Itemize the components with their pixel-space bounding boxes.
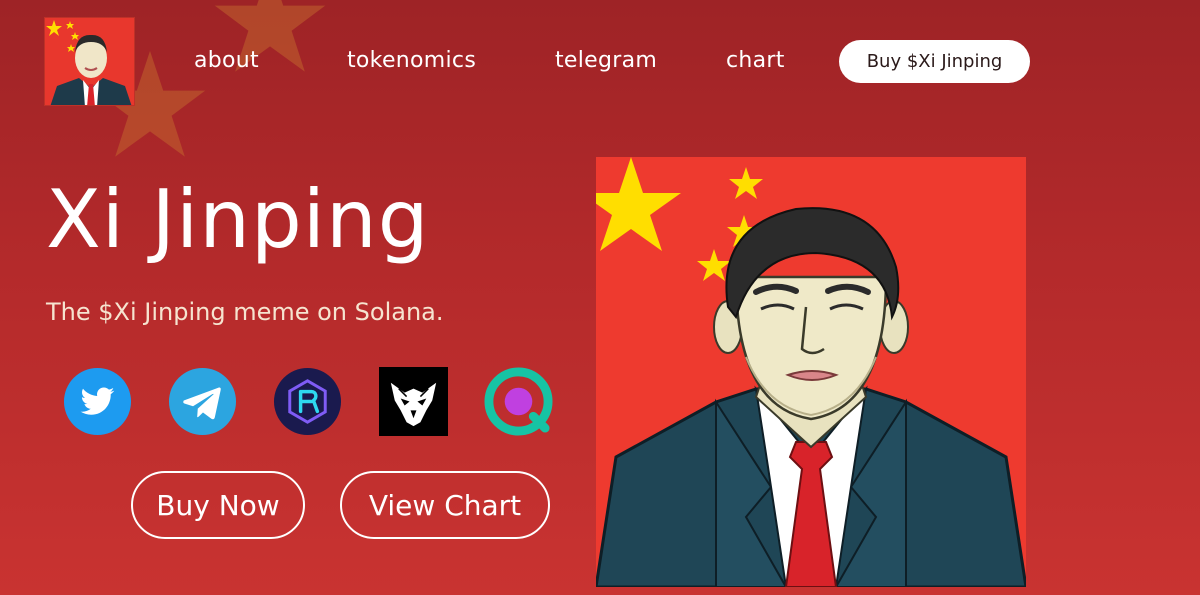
raydium-icon — [273, 367, 342, 436]
dexscreener-link[interactable] — [484, 367, 553, 436]
page-title: Xi Jinping — [46, 173, 430, 266]
twitter-link[interactable] — [63, 367, 132, 436]
telegram-icon — [168, 367, 237, 436]
telegram-link[interactable] — [168, 367, 237, 436]
nav-tokenomics-link[interactable]: tokenomics — [347, 48, 476, 73]
buy-now-button[interactable]: Buy Now — [131, 471, 305, 539]
logo[interactable] — [44, 17, 135, 106]
xi-jinping-portrait-icon — [596, 157, 1026, 587]
birdeye-icon — [379, 367, 448, 436]
buy-token-button[interactable]: Buy $Xi Jinping — [839, 40, 1030, 83]
nav-about-link[interactable]: about — [194, 48, 259, 73]
nav-chart-link[interactable]: chart — [726, 48, 785, 73]
hero-portrait — [596, 157, 1026, 587]
raydium-link[interactable] — [273, 367, 342, 436]
nav-telegram-link[interactable]: telegram — [555, 48, 657, 73]
page-subtitle: The $Xi Jinping meme on Solana. — [46, 298, 444, 326]
twitter-icon — [63, 367, 132, 436]
view-chart-button[interactable]: View Chart — [340, 471, 550, 539]
xi-jinping-logo-icon — [45, 18, 134, 105]
birdeye-link[interactable] — [379, 367, 448, 436]
dexscreener-icon — [484, 367, 553, 436]
